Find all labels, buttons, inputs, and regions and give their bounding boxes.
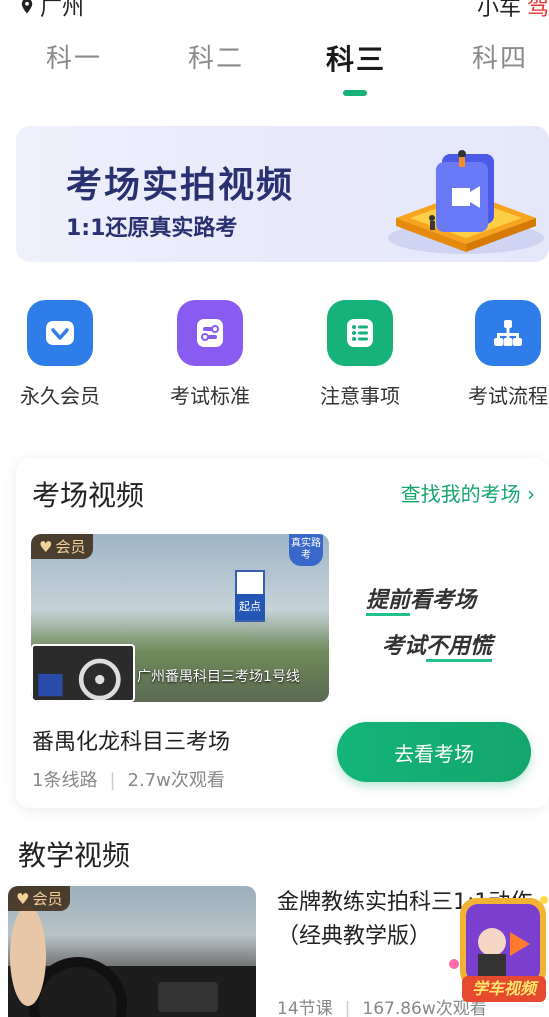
- chevron-right-icon: ›: [527, 482, 535, 506]
- exam-video-card: 考场视频 查找我的考场 › 起点 ♥ 会员 真实路考 广州番禺科目三考场1号线 提…: [16, 458, 549, 808]
- lesson-vip-badge: ♥ 会员: [8, 886, 71, 911]
- quick-action-exam-standard[interactable]: 考试标准: [150, 300, 270, 409]
- checklist-icon: [327, 300, 393, 366]
- real-exam-tag: 真实路考: [289, 534, 323, 566]
- promo-label[interactable]: 学车视频: [462, 976, 546, 1002]
- top-bar: 广州 小车驾: [0, 0, 549, 21]
- steering-wheel-icon: [38, 658, 121, 701]
- go-see-exam-button[interactable]: 去看考场: [337, 722, 531, 782]
- lesson-vip-label: 会员: [32, 890, 63, 908]
- quick-action-vip-label: 永久会员: [20, 384, 100, 408]
- vehicle-type-red-text: 驾: [526, 0, 549, 21]
- slogan-line-2: 考试不用慌: [382, 628, 493, 662]
- driver-inset-image: [31, 644, 135, 702]
- quick-action-vip[interactable]: 永久会员: [0, 300, 120, 409]
- vehicle-type-selector[interactable]: 小车驾: [477, 0, 549, 22]
- quick-action-exam-process[interactable]: 考试流程: [448, 300, 549, 409]
- location-selector[interactable]: 广州: [18, 0, 84, 22]
- lesson-count: 14节课: [277, 999, 333, 1017]
- promo-banner[interactable]: 考场实拍视频 1:1还原真实路考: [16, 126, 549, 262]
- location-label: 广州: [40, 0, 85, 21]
- find-my-exam-link[interactable]: 查找我的考场 ›: [401, 478, 535, 507]
- diamond-small-icon: ♥: [39, 537, 53, 556]
- tab-subject-2[interactable]: 科二: [188, 38, 244, 75]
- exam-video-title: 考场视频: [32, 479, 145, 512]
- meta-divider: |: [109, 770, 116, 791]
- location-pin-icon: [21, 0, 33, 14]
- tab-subject-4[interactable]: 科四: [472, 38, 528, 75]
- vehicle-type-label: 小车: [476, 0, 521, 21]
- banner-title: 考场实拍视频: [66, 165, 295, 206]
- vip-badge: ♥ 会员: [31, 534, 94, 559]
- route-caption: 广州番禺科目三考场1号线: [137, 669, 300, 685]
- exam-video-thumbnail[interactable]: 起点 ♥ 会员 真实路考 广州番禺科目三考场1号线: [31, 534, 329, 702]
- active-tab-indicator: [343, 90, 367, 96]
- tab-subject-1[interactable]: 科一: [46, 38, 102, 75]
- meta-divider: |: [344, 999, 351, 1017]
- flowchart-icon: [475, 300, 541, 366]
- quick-action-exam-standard-label: 考试标准: [170, 384, 250, 408]
- start-sign: 起点: [235, 594, 265, 620]
- banner-subtitle: 1:1还原真实路考: [66, 216, 238, 241]
- find-my-exam-label: 查找我的考场: [400, 482, 521, 506]
- video-platform-illustration-icon: [388, 150, 544, 254]
- diamond-icon: [27, 300, 93, 366]
- quick-action-notes-label: 注意事项: [320, 384, 400, 408]
- quick-actions: 永久会员 考试标准 注意事项 考试流程: [0, 300, 549, 420]
- list-toggle-icon: [177, 300, 243, 366]
- exam-place-meta: 1条线路 | 2.7w次观看: [32, 766, 225, 792]
- route-count: 1条线路: [32, 770, 98, 791]
- subject-tabs: 科一 科二 科三 科四: [0, 30, 549, 100]
- lesson-thumbnail[interactable]: ♥ 会员: [8, 886, 256, 1017]
- quick-action-notes[interactable]: 注意事项: [300, 300, 420, 409]
- vip-badge-label: 会员: [55, 538, 86, 556]
- view-count: 2.7w次观看: [127, 770, 225, 791]
- exam-place-name: 番禺化龙科目三考场: [32, 730, 231, 755]
- teaching-video-title: 教学视频: [18, 839, 131, 872]
- diamond-small-icon: ♥: [16, 889, 30, 908]
- slogan-line-1: 提前看考场: [366, 582, 476, 616]
- quick-action-exam-process-label: 考试流程: [468, 384, 548, 408]
- tab-subject-3[interactable]: 科三: [326, 38, 386, 78]
